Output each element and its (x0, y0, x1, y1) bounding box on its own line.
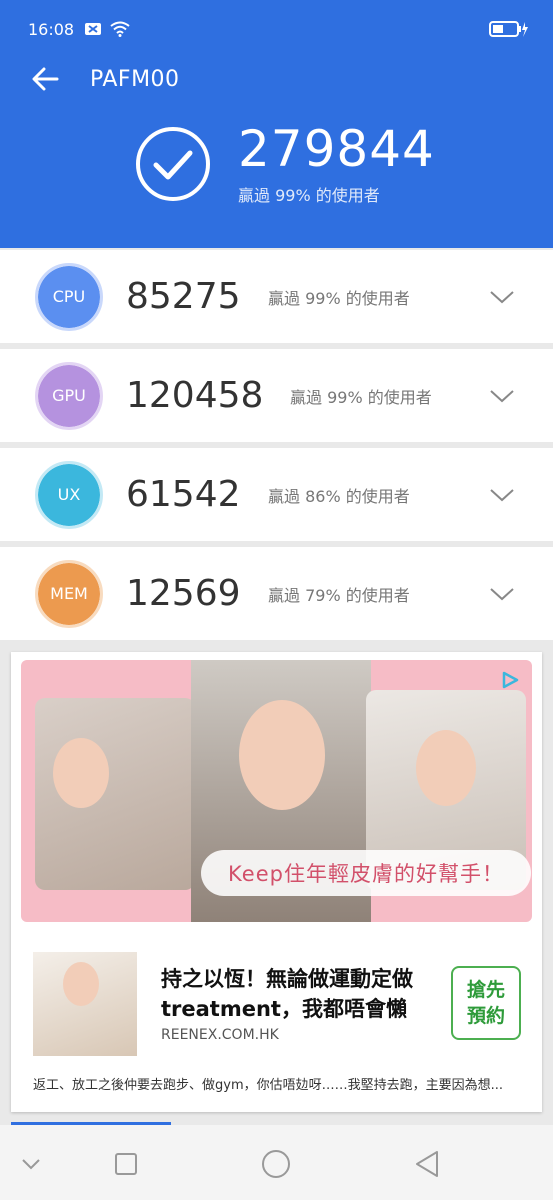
status-bar: 16:08 (28, 16, 529, 42)
chevron-down-icon[interactable] (489, 487, 515, 503)
chevron-down-icon[interactable] (489, 289, 515, 305)
back-button[interactable] (0, 56, 90, 102)
mem-score: 12569 (126, 573, 241, 614)
score-row-mem[interactable]: MEM 12569 贏過 79% 的使用者 (0, 547, 553, 640)
ad-card[interactable]: Keep住年輕皮膚的好幫手！ 持之以恆！無論做運動定做treatment，我都唔… (11, 652, 542, 1112)
total-score-percent: 贏過 99% 的使用者 (238, 186, 380, 205)
mem-badge: MEM (35, 559, 103, 628)
notification-icon (84, 22, 102, 36)
nav-collapse-button[interactable] (16, 1149, 46, 1179)
system-nav-bar (0, 1125, 553, 1200)
gpu-score: 120458 (126, 375, 264, 416)
ad-cta-label: 搶先預約 (466, 979, 505, 1027)
ux-percent: 贏過 86% 的使用者 (268, 486, 410, 506)
total-score: 279844 (238, 120, 435, 178)
gpu-badge-label: GPU (52, 386, 86, 405)
check-circle-icon (136, 127, 210, 201)
score-row-gpu[interactable]: GPU 120458 贏過 99% 的使用者 (0, 349, 553, 442)
battery-charging-icon (489, 20, 529, 38)
chevron-down-icon[interactable] (489, 586, 515, 602)
adchoices-icon[interactable] (500, 670, 520, 690)
circle-icon (262, 1150, 290, 1178)
ux-score: 61542 (126, 474, 241, 515)
chevron-down-icon (22, 1159, 40, 1170)
cpu-score: 85275 (126, 276, 241, 317)
ad-body-text: 返工、放工之後仲要去跑步、做gym，你估唔攰呀……我堅持去跑，主要因為想... (33, 1078, 504, 1093)
ad-banner-image[interactable]: Keep住年輕皮膚的好幫手！ (21, 660, 532, 922)
ad-cta-button[interactable]: 搶先預約 (451, 966, 521, 1040)
face-shape (416, 730, 476, 806)
ad-photo-left (35, 698, 195, 890)
gpu-percent: 贏過 99% 的使用者 (290, 387, 432, 407)
nav-home-button[interactable] (261, 1149, 291, 1179)
score-header: 16:08 PAFM00 279844 贏過 99% 的使用者 (0, 0, 553, 248)
total-score-block: 279844 贏過 99% 的使用者 (134, 122, 435, 206)
cpu-percent: 贏過 99% 的使用者 (268, 288, 410, 308)
face-shape (239, 700, 325, 810)
nav-back-button[interactable] (412, 1149, 442, 1179)
mem-percent: 贏過 79% 的使用者 (268, 585, 410, 605)
face-shape (53, 738, 109, 808)
nav-recents-button[interactable] (111, 1149, 141, 1179)
status-time: 16:08 (28, 19, 75, 39)
ad-domain: REENEX.COM.HK (161, 1027, 279, 1043)
score-row-cpu[interactable]: CPU 85275 贏過 99% 的使用者 (0, 250, 553, 343)
face-shape (63, 962, 99, 1006)
ux-badge-label: UX (57, 485, 81, 504)
arrow-left-icon (32, 67, 59, 91)
ad-headline[interactable]: 持之以恆！無論做運動定做treatment，我都唔會懶 (161, 964, 451, 1024)
score-row-ux[interactable]: UX 61542 贏過 86% 的使用者 (0, 448, 553, 541)
device-title: PAFM00 (90, 66, 180, 92)
chevron-down-icon[interactable] (489, 388, 515, 404)
app-bar: PAFM00 (0, 56, 553, 102)
ad-banner-tagline: Keep住年輕皮膚的好幫手！ (201, 850, 531, 896)
square-icon (115, 1153, 137, 1175)
cpu-badge-label: CPU (52, 287, 86, 306)
ux-badge: UX (35, 460, 103, 529)
mem-badge-label: MEM (50, 584, 88, 603)
ad-thumbnail[interactable] (33, 952, 137, 1056)
wifi-icon (110, 21, 130, 37)
cpu-badge: CPU (35, 262, 103, 331)
triangle-back-icon (416, 1151, 438, 1177)
gpu-badge: GPU (35, 361, 103, 430)
